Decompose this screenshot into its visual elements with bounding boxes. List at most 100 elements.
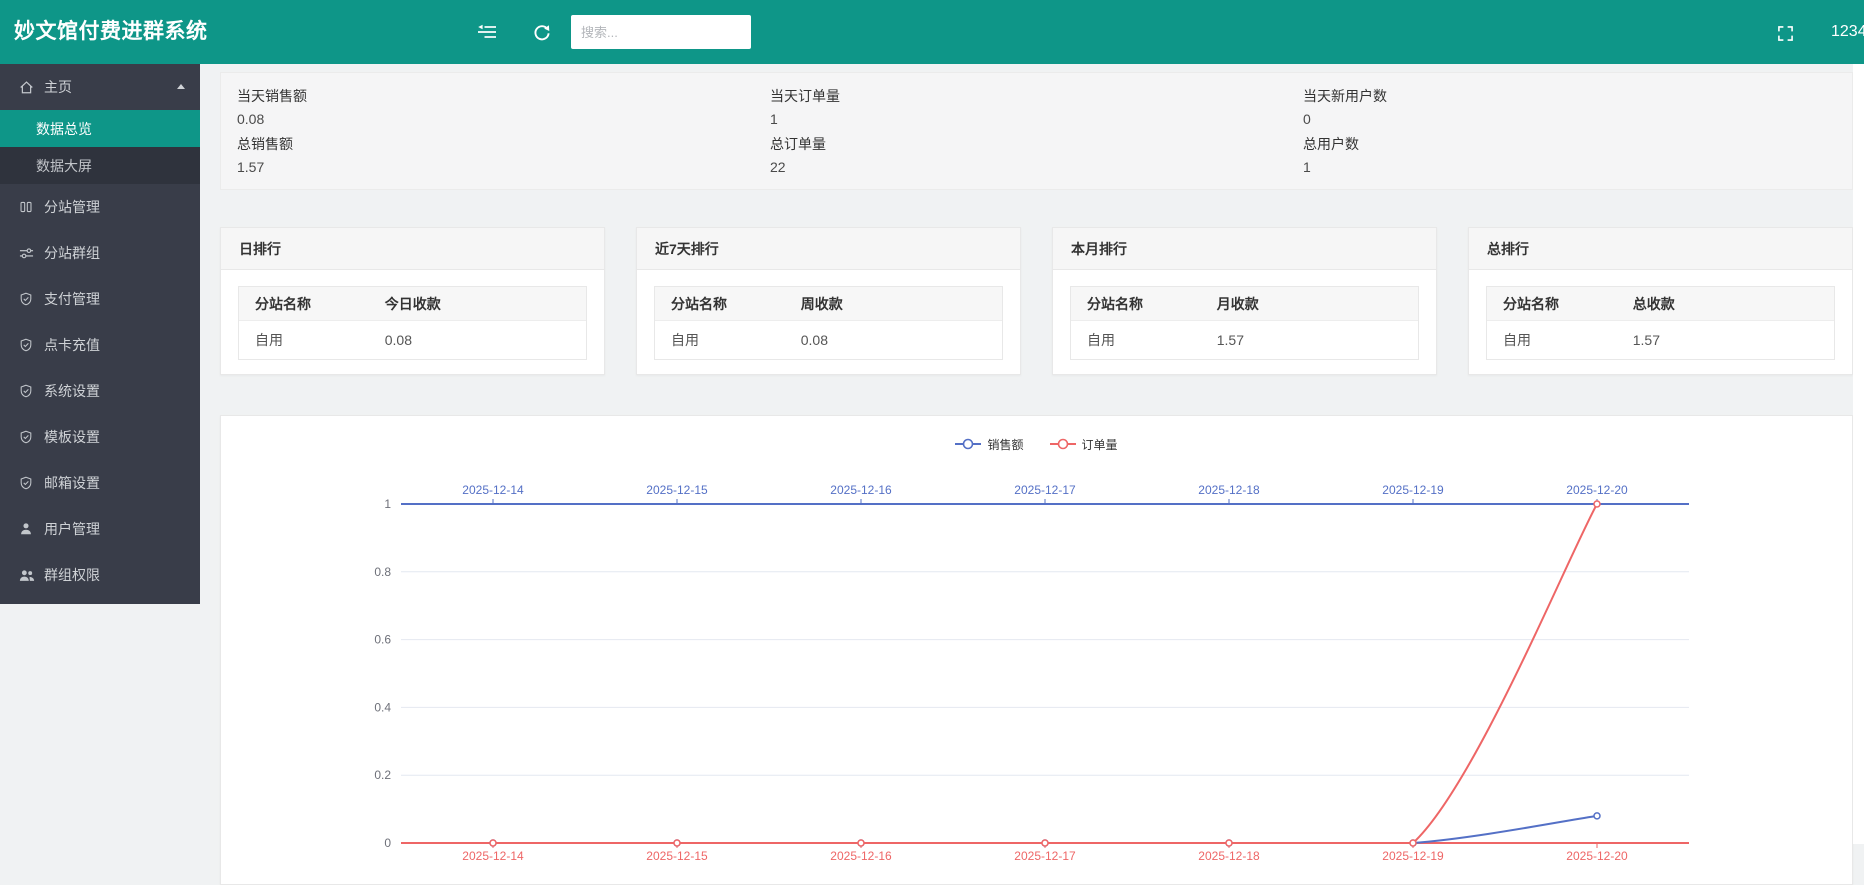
sidebar-item-9[interactable]: 群组权限	[0, 552, 200, 598]
stat-value: 1	[1303, 159, 1836, 175]
sidebar-nav: 主页数据总览数据大屏分站管理分站群组支付管理点卡充值系统设置模板设置邮箱设置用户…	[0, 64, 200, 604]
sidebar-item-label: 邮箱设置	[44, 473, 100, 493]
stat-cell-0: 当天销售额0.08	[237, 86, 770, 128]
sidebar-item-label: 群组权限	[44, 565, 100, 585]
svg-text:2025-12-19: 2025-12-19	[1382, 849, 1444, 863]
stat-value: 1	[770, 111, 1303, 127]
ranking-table-header: 分站名称周收款	[655, 287, 1002, 321]
stat-cell-1: 当天订单量1	[770, 86, 1303, 128]
sidebar-item-3[interactable]: 支付管理	[0, 276, 200, 322]
site-name-cell: 自用	[1071, 330, 1217, 350]
ranking-card-0: 日排行分站名称今日收款自用0.08	[220, 227, 605, 375]
user-icon	[19, 522, 38, 536]
stat-value: 22	[770, 159, 1303, 175]
username-menu[interactable]: 12345	[1831, 0, 1864, 64]
svg-text:2025-12-18: 2025-12-18	[1198, 483, 1260, 497]
sidebar-item-label: 系统设置	[44, 381, 100, 401]
sidebar-item-6[interactable]: 模板设置	[0, 414, 200, 460]
sidebar-subitem-label: 数据大屏	[36, 156, 92, 176]
svg-text:2025-12-15: 2025-12-15	[646, 849, 708, 863]
sidebar-item-label: 模板设置	[44, 427, 100, 447]
sidebar-subitem-label: 数据总览	[36, 119, 92, 139]
legend-item-1[interactable]: 订单量	[1050, 436, 1118, 453]
legend-label: 销售额	[987, 436, 1023, 453]
column-header: 总收款	[1633, 294, 1834, 314]
amount-cell: 1.57	[1633, 332, 1834, 348]
sidebar-submenu: 数据总览数据大屏	[0, 110, 200, 184]
ranking-card-body: 分站名称今日收款自用0.08	[221, 270, 604, 374]
sidebar-item-label: 支付管理	[44, 289, 100, 309]
stat-cell-2: 当天新用户数0	[1303, 86, 1836, 128]
sidebar-subitem-0[interactable]: 数据总览	[0, 110, 200, 147]
sidebar-subitem-1[interactable]: 数据大屏	[0, 147, 200, 184]
collapse-sidebar-icon[interactable]	[476, 22, 498, 42]
shield-check-icon	[19, 430, 38, 444]
svg-text:2025-12-17: 2025-12-17	[1014, 483, 1076, 497]
sidebar-item-0[interactable]: 主页	[0, 64, 200, 110]
ranking-table: 分站名称总收款自用1.57	[1486, 286, 1835, 360]
shield-check-icon	[19, 292, 38, 306]
table-row: 自用1.57	[1487, 321, 1834, 359]
line-chart: 00.20.40.60.812025-12-142025-12-142025-1…	[221, 452, 1852, 872]
legend-line-marker-icon	[1050, 438, 1076, 450]
sidebar-item-1[interactable]: 分站管理	[0, 184, 200, 230]
svg-text:2025-12-16: 2025-12-16	[830, 483, 892, 497]
site-name-cell: 自用	[1487, 330, 1633, 350]
search-input[interactable]	[571, 15, 751, 49]
legend-item-0[interactable]: 销售额	[955, 436, 1023, 453]
sidebar-item-label: 分站管理	[44, 197, 100, 217]
stat-cell-3: 总销售额 1.57	[237, 134, 770, 176]
svg-text:0.4: 0.4	[374, 700, 391, 714]
sidebar-item-2[interactable]: 分站群组	[0, 230, 200, 276]
stat-label: 总销售额	[237, 134, 770, 154]
column-header: 今日收款	[385, 294, 586, 314]
ranking-card-body: 分站名称月收款自用1.57	[1053, 270, 1436, 374]
ranking-card-title: 本月排行	[1053, 228, 1436, 270]
shield-check-icon	[19, 384, 38, 398]
stat-cell-4: 总订单量 22	[770, 134, 1303, 176]
svg-text:1: 1	[384, 497, 391, 511]
shield-check-icon	[19, 338, 38, 352]
sidebar-item-label: 分站群组	[44, 243, 100, 263]
sidebar-item-8[interactable]: 用户管理	[0, 506, 200, 552]
stat-label: 总用户数	[1303, 134, 1836, 154]
chart-legend: 销售额 订单量	[221, 436, 1852, 452]
sidebar-item-label: 点卡充值	[44, 335, 100, 355]
table-row: 自用0.08	[655, 321, 1002, 359]
shield-check-icon	[19, 476, 38, 490]
home-icon	[19, 80, 38, 95]
ranking-table-header: 分站名称总收款	[1487, 287, 1834, 321]
sidebar-item-label: 主页	[44, 77, 72, 97]
sidebar-item-7[interactable]: 邮箱设置	[0, 460, 200, 506]
svg-text:0: 0	[384, 836, 391, 850]
ranking-table: 分站名称今日收款自用0.08	[238, 286, 587, 360]
legend-label: 订单量	[1082, 436, 1118, 453]
svg-text:2025-12-19: 2025-12-19	[1382, 483, 1444, 497]
table-row: 自用1.57	[1071, 321, 1418, 359]
svg-text:2025-12-14: 2025-12-14	[462, 849, 524, 863]
column-header: 周收款	[801, 294, 1002, 314]
sidebar-item-4[interactable]: 点卡充值	[0, 322, 200, 368]
legend-line-marker-icon	[955, 438, 981, 450]
stat-label: 当天新用户数	[1303, 86, 1836, 106]
column-header: 分站名称	[1071, 294, 1217, 314]
stat-label: 总订单量	[770, 134, 1303, 154]
main-content: 当天销售额0.08当天订单量1当天新用户数0总销售额1.57总订单量22总用户数…	[220, 64, 1853, 885]
sidebar-item-5[interactable]: 系统设置	[0, 368, 200, 414]
column-header: 分站名称	[239, 294, 385, 314]
fullscreen-icon[interactable]	[1774, 23, 1796, 43]
svg-text:2025-12-17: 2025-12-17	[1014, 849, 1076, 863]
ranking-card-2: 本月排行分站名称月收款自用1.57	[1052, 227, 1437, 375]
ranking-card-body: 分站名称周收款自用0.08	[637, 270, 1020, 374]
svg-text:0.6: 0.6	[374, 633, 391, 647]
scrollbar-track[interactable]	[1853, 64, 1864, 844]
amount-cell: 1.57	[1217, 332, 1418, 348]
stats-panel: 当天销售额0.08当天订单量1当天新用户数0 总销售额 1.57总订单量 22总用户数…	[220, 72, 1853, 190]
ranking-table: 分站名称月收款自用1.57	[1070, 286, 1419, 360]
ranking-table: 分站名称周收款自用0.08	[654, 286, 1003, 360]
app-title: 妙文馆付费进群系统	[14, 0, 208, 64]
refresh-icon[interactable]	[531, 23, 553, 43]
stat-value: 0.08	[237, 111, 770, 127]
users-icon	[19, 569, 38, 582]
stat-value: 1.57	[237, 159, 770, 175]
